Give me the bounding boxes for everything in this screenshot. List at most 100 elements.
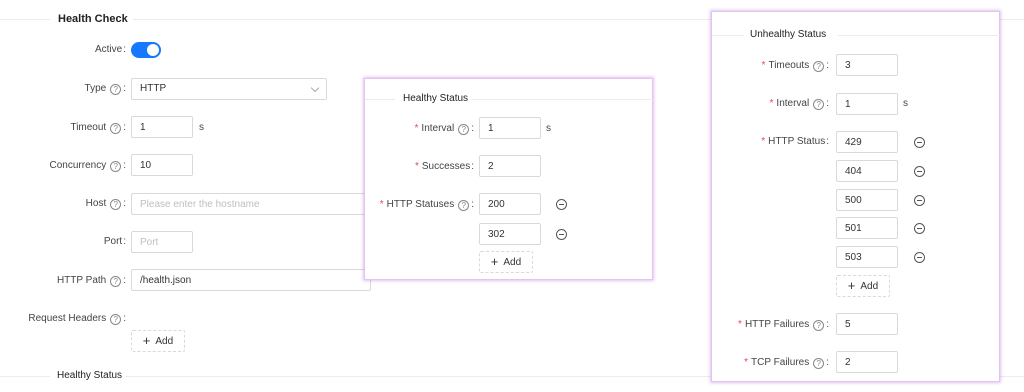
type-select[interactable]: HTTP bbox=[131, 78, 327, 100]
colon: : bbox=[123, 198, 126, 209]
colon: : bbox=[826, 98, 829, 109]
section-divider-left bbox=[0, 376, 50, 377]
help-icon[interactable]: ? bbox=[458, 200, 470, 211]
http-status-input[interactable] bbox=[836, 131, 898, 153]
required-mark: * bbox=[738, 319, 742, 330]
http-path-label-text: HTTP Path bbox=[56, 275, 107, 286]
healthy-popup-title: Healthy Status bbox=[403, 93, 469, 104]
help-icon[interactable]: ? bbox=[813, 358, 825, 369]
help-icon[interactable]: ? bbox=[110, 161, 122, 172]
popup-divider-left bbox=[365, 99, 395, 100]
timeout-input[interactable] bbox=[131, 116, 193, 138]
colon: : bbox=[471, 199, 474, 210]
healthy-status-popup: Healthy Status *Interval?: s *Successes:… bbox=[364, 78, 653, 280]
host-input[interactable] bbox=[131, 193, 371, 215]
colon: : bbox=[123, 275, 126, 286]
http-status-input[interactable] bbox=[836, 189, 898, 211]
add-button-label: Add bbox=[155, 336, 174, 347]
section-title-healthy-status: Healthy Status bbox=[57, 370, 123, 381]
plus-icon: + bbox=[142, 333, 151, 348]
remove-circle-icon[interactable] bbox=[914, 223, 925, 234]
colon: : bbox=[123, 83, 126, 94]
http-status-input[interactable] bbox=[836, 160, 898, 182]
help-icon[interactable]: ? bbox=[110, 314, 122, 325]
timeouts-input[interactable] bbox=[836, 54, 898, 76]
http-statuses-label: * HTTP Statuses?: bbox=[380, 199, 474, 211]
add-button-label: Add bbox=[860, 281, 879, 292]
port-label-text: Port bbox=[103, 236, 123, 247]
remove-circle-icon[interactable] bbox=[914, 137, 925, 148]
http-status-input[interactable] bbox=[836, 246, 898, 268]
help-icon[interactable]: ? bbox=[458, 124, 470, 135]
remove-circle-icon[interactable] bbox=[914, 195, 925, 206]
port-input[interactable] bbox=[131, 231, 193, 253]
add-http-status-button[interactable]: + Add bbox=[479, 251, 533, 273]
timeout-unit: s bbox=[199, 122, 204, 133]
colon: : bbox=[471, 123, 474, 134]
remove-circle-icon[interactable] bbox=[556, 229, 567, 240]
http-failures-input[interactable] bbox=[836, 313, 898, 335]
http-failures-label: * HTTP Failures?: bbox=[738, 319, 829, 331]
concurrency-label-text: Concurrency bbox=[49, 160, 107, 171]
remove-circle-icon[interactable] bbox=[914, 252, 925, 263]
remove-circle-icon[interactable] bbox=[556, 199, 567, 210]
interval-label-text: Interval bbox=[421, 123, 455, 134]
successes-label: * Successes: bbox=[415, 161, 474, 172]
help-icon[interactable]: ? bbox=[813, 320, 825, 331]
type-label: Type?: bbox=[85, 83, 126, 95]
required-mark: * bbox=[761, 60, 766, 71]
help-icon[interactable]: ? bbox=[110, 123, 122, 134]
required-mark: * bbox=[769, 98, 774, 109]
chevron-down-icon bbox=[310, 83, 320, 93]
active-label: Active: bbox=[95, 44, 126, 55]
timeouts-label: * Timeouts?: bbox=[762, 60, 829, 72]
colon: : bbox=[826, 319, 829, 330]
successes-input[interactable] bbox=[479, 155, 541, 177]
required-mark: * bbox=[379, 199, 384, 210]
http-status-label-text: HTTP Status bbox=[768, 136, 826, 147]
timeouts-label-text: Timeouts bbox=[768, 60, 810, 71]
unhealthy-interval-label: * Interval?: bbox=[770, 98, 829, 110]
type-select-value: HTTP bbox=[140, 83, 167, 94]
colon: : bbox=[471, 161, 474, 172]
popup-divider-right bbox=[471, 99, 653, 100]
tcp-failures-label-text: TCP Failures bbox=[751, 357, 810, 368]
tcp-failures-input[interactable] bbox=[836, 351, 898, 373]
concurrency-label: Concurrency?: bbox=[50, 160, 126, 172]
add-request-header-button[interactable]: + Add bbox=[131, 330, 185, 352]
unhealthy-interval-input[interactable] bbox=[836, 93, 898, 115]
http-status-label: * HTTP Status: bbox=[761, 136, 829, 147]
remove-circle-icon[interactable] bbox=[914, 166, 925, 177]
help-icon[interactable]: ? bbox=[110, 84, 122, 95]
help-icon[interactable]: ? bbox=[813, 99, 825, 110]
host-label: Host?: bbox=[86, 198, 126, 210]
required-mark: * bbox=[761, 136, 766, 147]
healthy-interval-unit: s bbox=[546, 123, 551, 134]
add-http-status-button[interactable]: + Add bbox=[836, 275, 890, 297]
http-status-input[interactable] bbox=[479, 223, 541, 245]
active-label-text: Active bbox=[94, 44, 123, 55]
http-status-input[interactable] bbox=[479, 193, 541, 215]
plus-icon: + bbox=[490, 254, 499, 269]
required-mark: * bbox=[744, 357, 749, 368]
timeout-label: Timeout?: bbox=[70, 122, 126, 134]
http-status-input[interactable] bbox=[836, 217, 898, 239]
port-label: Port: bbox=[104, 236, 126, 247]
help-icon[interactable]: ? bbox=[110, 276, 122, 287]
colon: : bbox=[123, 44, 126, 55]
http-path-label: HTTP Path?: bbox=[57, 275, 126, 287]
colon: : bbox=[826, 60, 829, 71]
colon: : bbox=[123, 236, 126, 247]
help-icon[interactable]: ? bbox=[813, 61, 825, 72]
help-icon[interactable]: ? bbox=[110, 199, 122, 210]
http-path-input[interactable] bbox=[131, 269, 371, 291]
successes-label-text: Successes bbox=[421, 161, 471, 172]
active-toggle[interactable] bbox=[131, 42, 161, 58]
popup-divider-right bbox=[838, 35, 1000, 36]
colon: : bbox=[826, 136, 829, 147]
required-mark: * bbox=[414, 123, 419, 134]
concurrency-input[interactable] bbox=[131, 154, 193, 176]
plus-icon: + bbox=[847, 278, 856, 293]
healthy-interval-input[interactable] bbox=[479, 117, 541, 139]
colon: : bbox=[123, 122, 126, 133]
